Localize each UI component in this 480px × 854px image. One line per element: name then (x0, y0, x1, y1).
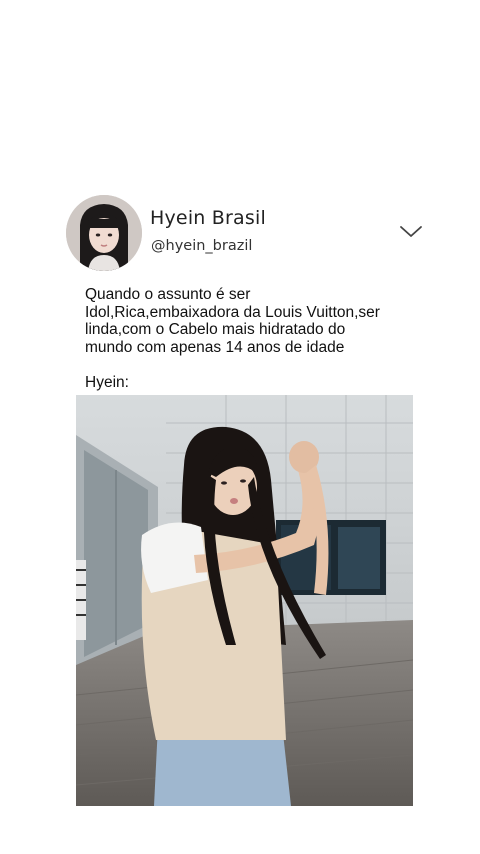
avatar-image (66, 195, 142, 271)
tweet-text-line: Hyein: (85, 373, 129, 391)
tweet-text-line: mundo com apenas 14 anos de idade (85, 338, 345, 356)
author-display-name[interactable]: Hyein Brasil (150, 207, 266, 229)
photo-image (76, 395, 413, 806)
tweet-text-line: Idol,Rica,embaixadora da Louis Vuitton,s… (85, 303, 380, 321)
tweet-media-photo[interactable] (76, 395, 413, 806)
tweet-text-line: linda,com o Cabelo mais hidratado do (85, 321, 346, 338)
tweet-text-line: Quando o assunto é ser (85, 286, 251, 303)
tweet-card: Hyein Brasil @hyein_brazil Quando o assu… (0, 0, 480, 854)
chevron-down-icon[interactable] (398, 222, 424, 240)
author-avatar[interactable] (66, 195, 142, 271)
tweet-text: Quando o assunto é ser Idol,Rica,embaixa… (85, 286, 405, 391)
author-handle[interactable]: @hyein_brazil (151, 238, 252, 254)
